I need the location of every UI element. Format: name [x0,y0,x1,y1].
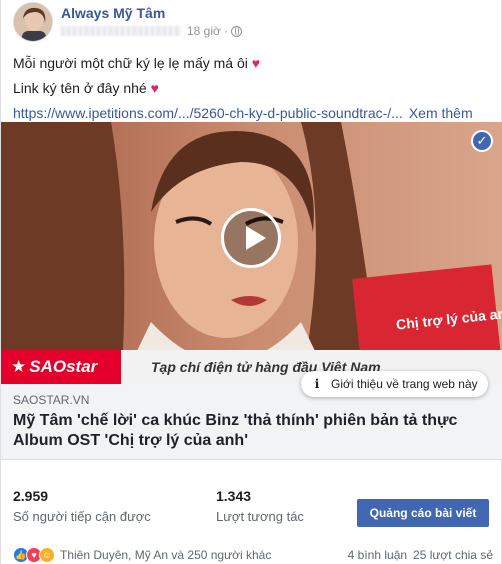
comment-count[interactable]: 4 bình luận [348,548,407,562]
info-icon: i [314,377,320,391]
select-check-icon[interactable]: ✓ [471,130,493,152]
reach-stat: 2.959 Số người tiếp cận được [13,488,151,524]
link-headline[interactable]: Mỹ Tâm 'chế lời' ca khúc Binz 'thả thính… [13,411,491,451]
post-header: Always Mỹ Tâm 18 giờ · [13,2,493,44]
site-info-tooltip[interactable]: i Giới thiệu về trang web này [301,371,488,397]
reach-label: Số người tiếp cận được [13,509,151,524]
reaction-icons[interactable]: 👍 ♥ ☺ [13,547,55,563]
tooltip-text: Giới thiệu về trang web này [331,377,478,391]
reaction-names[interactable]: Thiên Duyên, Mỹ An và 250 người khác [60,548,271,562]
engagement-stat: 1.343 Lượt tương tác [216,488,304,524]
saostar-logo: ★ SAOstar [1,350,121,384]
page-name[interactable]: Always Mỹ Tâm [61,5,165,21]
avatar[interactable] [13,2,53,42]
haha-icon: ☺ [39,547,55,563]
see-more-link[interactable]: Xem thêm [409,104,473,123]
post-insights: 2.959 Số người tiếp cận được 1.343 Lượt … [1,488,502,536]
heart-icon: ♥ [251,55,261,71]
play-button[interactable] [221,208,281,268]
share-count[interactable]: 25 lượt chia sẻ [413,548,493,562]
reactions-bar: 👍 ♥ ☺ Thiên Duyên, Mỹ An và 250 người kh… [13,545,493,564]
message-line-2: Link ký tên ở đây nhé ♥ [13,80,159,96]
facebook-post: Always Mỹ Tâm 18 giờ · Mỗi người một chữ… [0,0,502,564]
heart-icon: ♥ [150,80,159,96]
boost-post-button[interactable]: Quảng cáo bài viết [357,499,489,527]
post-message: Mỗi người một chữ ký lẹ lẹ mấy má ôi ♥ L… [13,54,493,123]
post-time[interactable]: 18 giờ [187,24,221,38]
engagement-label: Lượt tương tác [216,509,304,524]
petition-link[interactable]: https://www.ipetitions.com/.../5260-ch-k… [13,104,403,123]
message-link-line: https://www.ipetitions.com/.../5260-ch-k… [13,104,493,123]
post-meta: 18 giờ · [61,24,242,38]
star-icon: ★ [11,357,27,376]
globe-icon[interactable] [230,25,242,37]
meta-separator: · [223,24,228,38]
reach-value: 2.959 [13,488,49,504]
engagement-counts: 4 bình luận 25 lượt chia sẻ [348,548,493,562]
blurred-author [61,26,181,36]
video-thumbnail[interactable]: Chị trợ lý của anh ✓ ★ SAOstar Tạp chí đi… [1,122,502,384]
engagement-value: 1.343 [216,488,252,504]
message-line-1: Mỗi người một chữ ký lẹ lẹ mấy má ôi ♥ [13,55,261,71]
